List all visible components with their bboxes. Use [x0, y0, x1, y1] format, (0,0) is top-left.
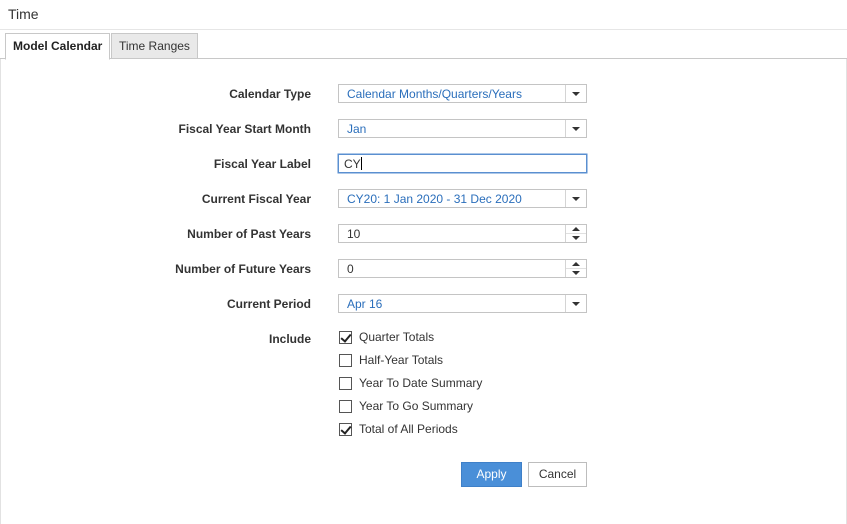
- increment-icon[interactable]: [566, 260, 586, 269]
- calendar-type-label: Calendar Type: [229, 87, 311, 101]
- current-fiscal-year-select[interactable]: CY20: 1 Jan 2020 - 31 Dec 2020: [338, 189, 587, 208]
- chevron-down-icon[interactable]: [565, 295, 586, 312]
- decrement-icon[interactable]: [566, 269, 586, 277]
- fiscal-year-label-label: Fiscal Year Label: [213, 157, 311, 171]
- number-of-past-years-stepper[interactable]: 10: [338, 224, 587, 243]
- tab-model-calendar[interactable]: Model Calendar: [5, 33, 111, 60]
- window-title: Time: [8, 6, 39, 22]
- chevron-down-icon[interactable]: [565, 120, 586, 137]
- decrement-icon[interactable]: [566, 234, 586, 242]
- chevron-down-icon[interactable]: [565, 190, 586, 207]
- checkbox-label: Half-Year Totals: [359, 353, 444, 367]
- checkbox-label: Total of All Periods: [359, 422, 458, 436]
- checkbox-unchecked[interactable]: [339, 354, 352, 367]
- tab-bar: Model Calendar Time Ranges: [0, 33, 847, 60]
- stepper-controls: [565, 225, 586, 242]
- number-of-future-years-value: 0: [347, 262, 354, 276]
- number-of-past-years-value: 10: [347, 227, 361, 241]
- title-divider: [0, 29, 847, 30]
- chevron-down-icon[interactable]: [565, 85, 586, 102]
- panel-border-left: [0, 59, 1, 524]
- fiscal-year-start-month-label: Fiscal Year Start Month: [178, 122, 312, 136]
- include-label: Include: [268, 332, 311, 346]
- checkbox-label: Year To Date Summary: [359, 376, 483, 390]
- current-fiscal-year-value: CY20: 1 Jan 2020 - 31 Dec 2020: [347, 192, 522, 206]
- increment-icon[interactable]: [566, 225, 586, 234]
- checkbox-checked[interactable]: [339, 331, 352, 344]
- cancel-button[interactable]: Cancel: [528, 462, 587, 487]
- checkbox-unchecked[interactable]: [339, 377, 352, 390]
- current-period-label: Current Period: [226, 297, 311, 311]
- fiscal-year-label-input[interactable]: CY: [338, 154, 587, 173]
- text-caret: [360, 157, 362, 170]
- checkbox-label: Quarter Totals: [359, 330, 435, 344]
- fiscal-year-start-month-select[interactable]: Jan: [338, 119, 587, 138]
- fiscal-year-start-month-value: Jan: [347, 122, 367, 136]
- apply-button[interactable]: Apply: [461, 462, 522, 487]
- current-period-select[interactable]: Apr 16: [338, 294, 587, 313]
- number-of-past-years-label: Number of Past Years: [187, 227, 311, 241]
- calendar-type-select[interactable]: Calendar Months/Quarters/Years: [338, 84, 587, 103]
- current-period-value: Apr 16: [347, 297, 383, 311]
- checkbox-checked[interactable]: [339, 423, 352, 436]
- stepper-controls: [565, 260, 586, 277]
- current-fiscal-year-label: Current Fiscal Year: [201, 192, 311, 206]
- number-of-future-years-label: Number of Future Years: [175, 262, 311, 276]
- fiscal-year-label-value: CY: [344, 157, 361, 171]
- checkbox-unchecked[interactable]: [339, 400, 352, 413]
- tab-time-ranges[interactable]: Time Ranges: [111, 33, 198, 59]
- checkbox-label: Year To Go Summary: [359, 399, 474, 413]
- number-of-future-years-stepper[interactable]: 0: [338, 259, 587, 278]
- calendar-type-value: Calendar Months/Quarters/Years: [347, 87, 522, 101]
